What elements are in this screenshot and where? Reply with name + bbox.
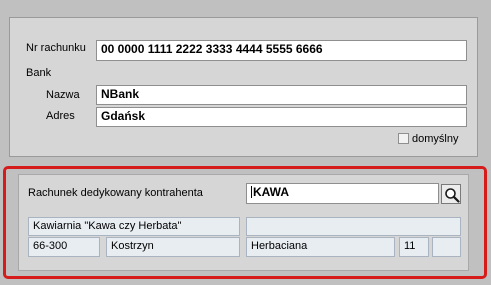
dedicated-account-search-value: KAWA <box>253 185 289 199</box>
contractor-apartment-number-field <box>432 237 461 257</box>
text-caret <box>251 186 252 198</box>
bank-address-field[interactable]: Gdańsk <box>96 107 467 127</box>
contractor-postal-code-field: 66-300 <box>28 237 100 257</box>
default-checkbox[interactable] <box>398 133 409 144</box>
magnifier-icon <box>445 188 460 203</box>
dedicated-account-search-input[interactable]: KAWA <box>246 183 439 204</box>
bank-name-label: Nazwa <box>46 89 80 101</box>
contractor-house-number-field: 11 <box>399 237 429 257</box>
contractor-extra-field <box>246 217 461 236</box>
bank-section-label: Bank <box>26 67 52 79</box>
contractor-street-field: Herbaciana <box>246 237 395 257</box>
account-number-field[interactable]: 00 0000 1111 2222 3333 4444 5555 6666 <box>96 40 467 61</box>
contractor-name-field: Kawiarnia "Kawa czy Herbata" <box>28 217 240 236</box>
bank-name-field[interactable]: NBank <box>96 85 467 105</box>
search-button[interactable] <box>441 184 461 204</box>
default-checkbox-label: domyślny <box>412 133 459 145</box>
contractor-city-field: Kostrzyn <box>106 237 240 257</box>
dedicated-account-label: Rachunek dedykowany kontrahenta <box>28 187 203 199</box>
bank-address-label: Adres <box>46 110 75 122</box>
account-number-label: Nr rachunku <box>26 42 86 54</box>
